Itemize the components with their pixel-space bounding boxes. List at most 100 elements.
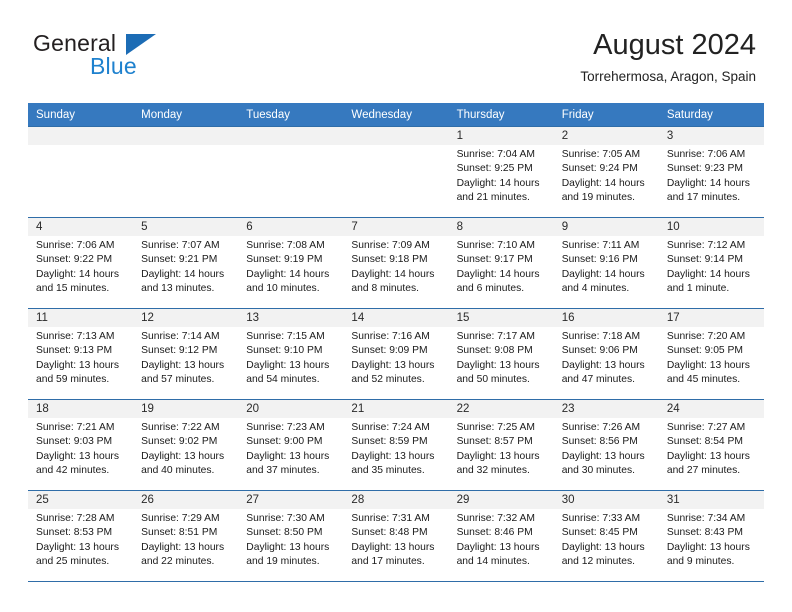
day-cell-inner: 11 Sunrise: 7:13 AM Sunset: 9:13 PM Dayligh… bbox=[28, 309, 134, 399]
calendar-week-row: 25 Sunrise: 7:28 AM Sunset: 8:53 PM Dayligh… bbox=[28, 490, 764, 582]
calendar-day-cell[interactable]: 29 Sunrise: 7:32 AM Sunset: 8:46 PM Dayligh… bbox=[448, 490, 554, 582]
daylight-duration-line2: and 32 minutes. bbox=[456, 464, 530, 476]
day-number bbox=[238, 127, 344, 145]
daylight-duration-line2: and 14 minutes. bbox=[456, 555, 530, 567]
day-number: 13 bbox=[238, 309, 344, 327]
calendar-day-cell[interactable]: 16 Sunrise: 7:18 AM Sunset: 9:06 PM Dayligh… bbox=[553, 308, 659, 400]
day-number: 19 bbox=[133, 400, 239, 418]
day-cell-inner: 20 Sunrise: 7:23 AM Sunset: 9:00 PM Dayligh… bbox=[238, 400, 344, 490]
day-cell-inner: 26 Sunrise: 7:29 AM Sunset: 8:51 PM Dayligh… bbox=[133, 491, 239, 581]
daylight-duration-line2: and 9 minutes. bbox=[666, 555, 735, 567]
calendar-day-cell[interactable]: 26 Sunrise: 7:29 AM Sunset: 8:51 PM Dayligh… bbox=[133, 490, 239, 582]
day-cell-inner: 1 Sunrise: 7:04 AM Sunset: 9:25 PM Daylight… bbox=[448, 127, 554, 217]
logo-text-blue: Blue bbox=[90, 53, 137, 79]
calendar-week-row: 4 Sunrise: 7:06 AM Sunset: 9:22 PM Daylight… bbox=[28, 217, 764, 309]
title-block: August 2024 Torrehermosa, Aragon, Spain bbox=[580, 28, 756, 87]
calendar-day-cell[interactable]: 20 Sunrise: 7:23 AM Sunset: 9:00 PM Dayligh… bbox=[238, 399, 344, 491]
daylight-duration-line2: and 47 minutes. bbox=[561, 373, 635, 385]
sunset-time: Sunset: 9:05 PM bbox=[666, 345, 743, 357]
calendar-day-cell[interactable]: 31 Sunrise: 7:34 AM Sunset: 8:43 PM Dayligh… bbox=[658, 490, 764, 582]
day-sun-info: Sunrise: 7:30 AM Sunset: 8:50 PM Daylight:… bbox=[238, 509, 343, 569]
calendar-day-cell[interactable]: 21 Sunrise: 7:24 AM Sunset: 8:59 PM Dayligh… bbox=[343, 399, 449, 491]
calendar-day-cell[interactable]: 5 Sunrise: 7:07 AM Sunset: 9:21 PM Daylight… bbox=[133, 217, 239, 309]
calendar-day-cell[interactable]: 18 Sunrise: 7:21 AM Sunset: 9:03 PM Dayligh… bbox=[28, 399, 134, 491]
calendar-day-cell[interactable]: 14 Sunrise: 7:16 AM Sunset: 9:09 PM Dayligh… bbox=[343, 308, 449, 400]
calendar-day-cell[interactable]: 9 Sunrise: 7:11 AM Sunset: 9:16 PM Daylight… bbox=[553, 217, 659, 309]
sunset-time: Sunset: 9:02 PM bbox=[141, 436, 218, 448]
calendar-day-cell[interactable]: 30 Sunrise: 7:33 AM Sunset: 8:45 PM Dayligh… bbox=[553, 490, 659, 582]
calendar-day-cell[interactable]: 4 Sunrise: 7:06 AM Sunset: 9:22 PM Daylight… bbox=[28, 217, 134, 309]
calendar-day-cell[interactable]: 6 Sunrise: 7:08 AM Sunset: 9:19 PM Daylight… bbox=[238, 217, 344, 309]
daylight-duration-line2: and 17 minutes. bbox=[666, 191, 741, 203]
calendar-day-cell bbox=[343, 126, 449, 218]
sunset-time: Sunset: 9:21 PM bbox=[141, 254, 218, 266]
day-cell-inner bbox=[238, 127, 344, 217]
page-header: General Blue August 2024 Torrehermosa, A… bbox=[0, 0, 792, 100]
calendar-day-cell[interactable]: 27 Sunrise: 7:30 AM Sunset: 8:50 PM Dayligh… bbox=[238, 490, 344, 582]
calendar-body: 1 Sunrise: 7:04 AM Sunset: 9:25 PM Daylight… bbox=[28, 126, 764, 582]
location-subtitle: Torrehermosa, Aragon, Spain bbox=[580, 69, 756, 84]
daylight-duration-line2: and 22 minutes. bbox=[141, 555, 215, 567]
day-number: 29 bbox=[448, 491, 554, 509]
daylight-duration-line1: Daylight: 13 hours bbox=[456, 359, 540, 371]
calendar-day-cell[interactable]: 28 Sunrise: 7:31 AM Sunset: 8:48 PM Dayligh… bbox=[343, 490, 449, 582]
sunset-time: Sunset: 8:56 PM bbox=[561, 436, 638, 448]
day-cell-inner: 24 Sunrise: 7:27 AM Sunset: 8:54 PM Dayligh… bbox=[658, 400, 764, 490]
sunrise-time: Sunrise: 7:21 AM bbox=[36, 422, 115, 433]
day-cell-inner: 17 Sunrise: 7:20 AM Sunset: 9:05 PM Dayligh… bbox=[658, 309, 764, 399]
day-sun-info: Sunrise: 7:08 AM Sunset: 9:19 PM Daylight:… bbox=[238, 236, 343, 296]
sunrise-time: Sunrise: 7:30 AM bbox=[246, 513, 325, 524]
daylight-duration-line2: and 54 minutes. bbox=[246, 373, 320, 385]
day-cell-inner: 15 Sunrise: 7:17 AM Sunset: 9:08 PM Dayligh… bbox=[448, 309, 554, 399]
day-sun-info: Sunrise: 7:11 AM Sunset: 9:16 PM Daylight:… bbox=[554, 236, 659, 296]
calendar-day-cell[interactable]: 8 Sunrise: 7:10 AM Sunset: 9:17 PM Daylight… bbox=[448, 217, 554, 309]
calendar-header-row: Sunday Monday Tuesday Wednesday Thursday… bbox=[28, 103, 764, 127]
daylight-duration-line1: Daylight: 13 hours bbox=[351, 450, 435, 462]
day-sun-info: Sunrise: 7:26 AM Sunset: 8:56 PM Daylight:… bbox=[554, 418, 659, 478]
calendar-day-cell[interactable]: 10 Sunrise: 7:12 AM Sunset: 9:14 PM Dayligh… bbox=[658, 217, 764, 309]
day-number: 6 bbox=[238, 218, 344, 236]
sunrise-time: Sunrise: 7:05 AM bbox=[561, 149, 641, 160]
day-number: 7 bbox=[343, 218, 449, 236]
calendar-day-cell[interactable]: 24 Sunrise: 7:27 AM Sunset: 8:54 PM Dayligh… bbox=[658, 399, 764, 491]
sunrise-time: Sunrise: 7:32 AM bbox=[456, 513, 535, 524]
day-cell-inner: 5 Sunrise: 7:07 AM Sunset: 9:21 PM Daylight… bbox=[133, 218, 239, 308]
day-number: 17 bbox=[658, 309, 764, 327]
day-number: 10 bbox=[658, 218, 764, 236]
day-number: 28 bbox=[343, 491, 449, 509]
sunset-time: Sunset: 9:06 PM bbox=[561, 345, 638, 357]
daylight-duration-line2: and 19 minutes. bbox=[246, 555, 320, 567]
sunrise-time: Sunrise: 7:17 AM bbox=[456, 331, 535, 342]
calendar-day-cell[interactable]: 3 Sunrise: 7:06 AM Sunset: 9:23 PM Daylight… bbox=[658, 126, 764, 218]
sunrise-time: Sunrise: 7:27 AM bbox=[666, 422, 746, 433]
sunrise-time: Sunrise: 7:34 AM bbox=[666, 513, 746, 524]
calendar-day-cell[interactable]: 15 Sunrise: 7:17 AM Sunset: 9:08 PM Dayligh… bbox=[448, 308, 554, 400]
day-number: 14 bbox=[343, 309, 449, 327]
calendar-day-cell[interactable]: 7 Sunrise: 7:09 AM Sunset: 9:18 PM Daylight… bbox=[343, 217, 449, 309]
general-blue-logo[interactable]: General Blue bbox=[33, 30, 263, 86]
calendar-day-cell[interactable]: 2 Sunrise: 7:05 AM Sunset: 9:24 PM Daylight… bbox=[553, 126, 659, 218]
weekday-header-tuesday: Tuesday bbox=[238, 103, 344, 127]
calendar-day-cell[interactable]: 13 Sunrise: 7:15 AM Sunset: 9:10 PM Dayligh… bbox=[238, 308, 344, 400]
daylight-duration-line1: Daylight: 14 hours bbox=[561, 268, 645, 280]
page-title: August 2024 bbox=[593, 29, 756, 61]
calendar-day-cell[interactable]: 25 Sunrise: 7:28 AM Sunset: 8:53 PM Dayligh… bbox=[28, 490, 134, 582]
day-cell-inner: 13 Sunrise: 7:15 AM Sunset: 9:10 PM Dayligh… bbox=[238, 309, 344, 399]
calendar-day-cell[interactable]: 22 Sunrise: 7:25 AM Sunset: 8:57 PM Dayligh… bbox=[448, 399, 554, 491]
day-sun-info: Sunrise: 7:15 AM Sunset: 9:10 PM Daylight:… bbox=[238, 327, 343, 387]
daylight-duration-line1: Daylight: 13 hours bbox=[666, 541, 750, 553]
daylight-duration-line2: and 40 minutes. bbox=[141, 464, 215, 476]
calendar-day-cell[interactable]: 1 Sunrise: 7:04 AM Sunset: 9:25 PM Daylight… bbox=[448, 126, 554, 218]
calendar-day-cell[interactable]: 11 Sunrise: 7:13 AM Sunset: 9:13 PM Dayligh… bbox=[28, 308, 134, 400]
calendar-day-cell[interactable]: 17 Sunrise: 7:20 AM Sunset: 9:05 PM Dayligh… bbox=[658, 308, 764, 400]
weekday-header-saturday: Saturday bbox=[658, 103, 764, 127]
calendar-day-cell[interactable]: 12 Sunrise: 7:14 AM Sunset: 9:12 PM Dayligh… bbox=[133, 308, 239, 400]
day-number: 16 bbox=[553, 309, 659, 327]
day-sun-info: Sunrise: 7:27 AM Sunset: 8:54 PM Daylight:… bbox=[659, 418, 764, 478]
day-cell-inner: 28 Sunrise: 7:31 AM Sunset: 8:48 PM Dayligh… bbox=[343, 491, 449, 581]
day-sun-info: Sunrise: 7:33 AM Sunset: 8:45 PM Daylight:… bbox=[554, 509, 659, 569]
day-cell-inner: 21 Sunrise: 7:24 AM Sunset: 8:59 PM Dayligh… bbox=[343, 400, 449, 490]
calendar-day-cell[interactable]: 23 Sunrise: 7:26 AM Sunset: 8:56 PM Dayligh… bbox=[553, 399, 659, 491]
calendar-day-cell[interactable]: 19 Sunrise: 7:22 AM Sunset: 9:02 PM Dayligh… bbox=[133, 399, 239, 491]
sunset-time: Sunset: 9:12 PM bbox=[141, 345, 218, 357]
